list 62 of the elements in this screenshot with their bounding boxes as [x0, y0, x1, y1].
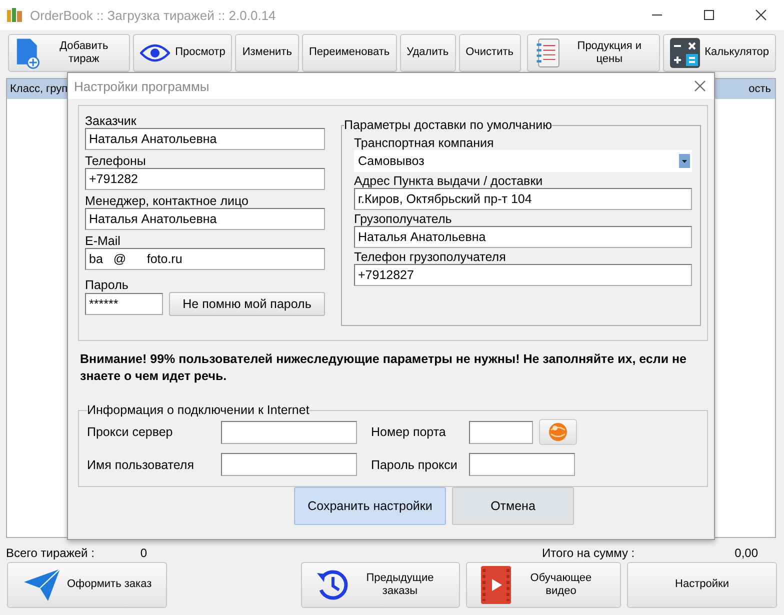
video-icon — [481, 566, 511, 604]
globe-icon — [548, 422, 568, 442]
close-icon[interactable] — [694, 80, 706, 92]
field-label: Имя пользователя — [87, 458, 195, 472]
dropdown[interactable]: Самовывоз — [354, 150, 692, 172]
field-label: Менеджер, контактное лицо — [85, 194, 250, 208]
forgot-password-button[interactable]: Не помню мой пароль — [169, 292, 325, 316]
field-label: Пароль прокси — [371, 458, 458, 472]
toolbar-button[interactable]: Добавить тираж — [8, 34, 130, 72]
toolbar-button[interactable]: Калькулятор — [662, 34, 776, 72]
column-header[interactable]: Класс, груп — [10, 83, 68, 95]
field-label: Прокси сервер — [87, 425, 174, 439]
field-label: Телефон грузополучателя — [354, 250, 507, 264]
password-field[interactable]: ****** — [85, 293, 163, 316]
dialog-button[interactable]: Отмена — [452, 487, 574, 525]
toolbar-button[interactable]: Изменить — [235, 34, 299, 72]
dialog-button[interactable]: Сохранить настройки — [294, 487, 446, 525]
dialog-title: Настройки программы — [74, 78, 210, 94]
sum-value: 0,00 — [734, 546, 758, 560]
input-field[interactable]: ba @ foto.ru — [85, 248, 325, 270]
calculator-icon — [670, 38, 700, 68]
toolbar-button[interactable]: Переименовать — [302, 34, 397, 72]
toolbar-button[interactable]: Очистить — [458, 34, 520, 72]
field-label: Пароль — [85, 278, 130, 292]
connect-button[interactable] — [539, 419, 577, 445]
field-label: Грузополучатель — [354, 212, 453, 226]
field-label: Заказчик — [85, 114, 138, 128]
window-title: OrderBook :: Загрузка тиражей :: 2.0.0.14 — [30, 8, 277, 22]
toolbar-button[interactable]: Удалить — [400, 34, 456, 72]
input-field[interactable]: +7912827 — [354, 264, 692, 286]
file-add-icon — [15, 37, 40, 69]
input-field[interactable]: Наталья Анатольевна — [354, 226, 692, 248]
field-label: Телефоны — [85, 154, 147, 168]
paper-plane-icon — [22, 568, 62, 602]
input-field[interactable] — [469, 420, 533, 444]
app-icon — [6, 7, 24, 23]
toolbar-button[interactable]: Продукция и цены — [526, 34, 660, 72]
toolbar-button[interactable]: Оформить заказ — [7, 562, 167, 608]
warning-text: Внимание! 99% пользователей нижеследующие параметры не нужны! Не заполняйте их, если не знаете о чем идет речь. — [80, 351, 688, 385]
input-field[interactable]: г.Киров, Октябрьский пр-т 104 — [354, 188, 692, 210]
field-label: Транспортная компания — [354, 136, 495, 150]
toolbar-button[interactable]: Обучающее видео — [466, 562, 621, 608]
input-field[interactable]: Наталья Анатольевна — [85, 128, 325, 150]
field-label: Адрес Пункта выдачи / доставки — [354, 174, 544, 188]
history-icon — [316, 568, 350, 602]
group-title: Информация о подключении к Internet — [87, 403, 310, 417]
eye-icon — [140, 44, 170, 62]
toolbar-button[interactable]: Просмотр — [133, 34, 232, 72]
toolbar-button[interactable]: Настройки — [627, 562, 777, 608]
input-field[interactable] — [221, 453, 357, 476]
field-label: E-Mail — [85, 234, 122, 248]
input-field[interactable] — [221, 420, 357, 444]
field-label: Номер порта — [371, 425, 447, 439]
input-field[interactable] — [469, 453, 575, 476]
toolbar-button[interactable]: Предыдущие заказы — [301, 562, 460, 608]
column-header[interactable]: ость — [748, 83, 771, 95]
sum-label: Итого на сумму : — [542, 546, 635, 560]
input-field[interactable]: +791282 — [85, 168, 325, 190]
input-field[interactable]: Наталья Анатольевна — [85, 208, 325, 230]
total-label: Всего тиражей : — [6, 546, 94, 560]
total-value: 0 — [140, 546, 148, 560]
group-title: Параметры доставки по умолчанию — [344, 118, 552, 132]
